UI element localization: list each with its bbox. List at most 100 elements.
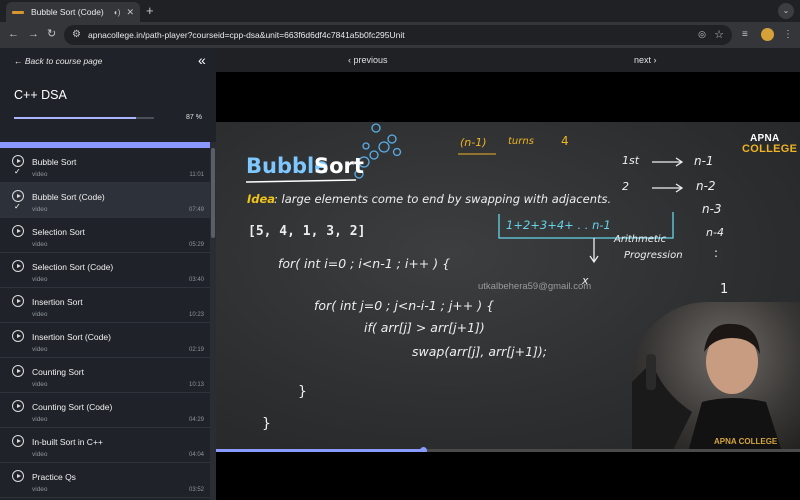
lesson-type: video (32, 206, 48, 213)
course-progress-label: 87 % (186, 114, 202, 121)
board-rhs-dots: : (714, 246, 719, 260)
play-circle-icon (12, 330, 24, 342)
video-seek-handle[interactable] (420, 447, 428, 452)
lesson-duration: 10:13 (188, 382, 204, 388)
address-bar[interactable]: ⚙ apnacollege.in/path-player?courseid=cp… (64, 25, 732, 45)
logo-line2: COLLEGE (742, 143, 798, 155)
lesson-item[interactable]: Counting Sort video 10:13 (0, 358, 210, 393)
video-watermark: utkalbehera59@gmail.com (478, 281, 592, 292)
lesson-duration: 04:29 (188, 417, 204, 423)
board-ap-line1: Arithmetic (614, 234, 667, 245)
bookmark-star-icon[interactable]: ☆ (714, 28, 724, 41)
board-pass-1st: 1st (622, 154, 640, 167)
sidebar-scroll-thumb[interactable] (211, 148, 215, 238)
play-circle-icon (12, 400, 24, 412)
lesson-name: Selection Sort (32, 227, 85, 237)
lesson-item[interactable]: Insertion Sort video 10:23 (0, 288, 210, 323)
lesson-type: video (32, 346, 48, 353)
board-note-n1: (n-1) (460, 136, 487, 149)
play-circle-icon (12, 365, 24, 377)
heading-underline (245, 179, 357, 183)
completed-check-icon: ✓ (14, 167, 21, 176)
url-text[interactable]: apnacollege.in/path-player?courseid=cpp-… (88, 30, 405, 40)
audio-playing-icon[interactable]: ◖) (113, 8, 121, 17)
site-info-icon[interactable]: ⚙ (72, 29, 81, 41)
browser-tab[interactable]: Bubble Sort (Code) ◖) ✕ (6, 2, 140, 22)
board-code-inner-loop: for( int j=0 ; j<n-i-1 ; j++ ) { (314, 298, 495, 313)
board-series: 1+2+3+4+ . . n-1 (506, 218, 611, 232)
board-rhs-2: n-2 (696, 179, 716, 193)
video-player[interactable]: Bubble Sort Idea : large elements come t… (216, 72, 800, 500)
tab-search-chevron-icon[interactable]: ⌄ (778, 3, 794, 19)
tab-close-icon[interactable]: ✕ (126, 7, 134, 18)
lesson-type: video (32, 451, 48, 458)
reload-icon[interactable]: ↻ (47, 28, 56, 41)
video-frame-chalkboard: Bubble Sort Idea : large elements come t… (216, 122, 800, 452)
board-code-if: if( arr[j] > arr[j+1]) (364, 320, 485, 335)
eye-off-icon[interactable]: ◎ (698, 29, 706, 40)
lesson-item[interactable]: Practice Qs video 03:52 (0, 463, 210, 498)
play-circle-icon (12, 155, 24, 167)
completed-check-icon: ✓ (14, 202, 21, 211)
favicon-icon (12, 10, 24, 14)
lesson-name: Selection Sort (Code) (32, 262, 114, 272)
course-title: C++ DSA (14, 88, 67, 102)
back-arrow-icon[interactable]: ← (8, 28, 19, 41)
lesson-duration: 10:23 (188, 312, 204, 318)
lesson-duration: 07:49 (188, 207, 204, 213)
browser-tab-strip: Bubble Sort (Code) ◖) ✕ + ⌄ (0, 0, 800, 22)
lesson-name: Counting Sort (Code) (32, 402, 113, 412)
course-sidebar: ← Back to course page « C++ DSA 87 % ✓ Bu… (0, 48, 216, 500)
board-rhs-1: n-1 (694, 154, 714, 168)
instructor-webcam-overlay: APNA COLLEGE (632, 302, 800, 452)
board-idea-label: Idea (247, 192, 276, 206)
profile-avatar[interactable] (761, 28, 774, 41)
board-code-brace-inner: } (298, 384, 307, 400)
previous-button[interactable]: ‹ previous (348, 55, 388, 65)
lesson-item[interactable]: ✓ Bubble Sort (Code) video 07:49 (0, 183, 210, 218)
lesson-name: Bubble Sort (Code) (32, 192, 105, 202)
lesson-duration: 05:29 (188, 242, 204, 248)
forward-arrow-icon[interactable]: → (28, 28, 39, 41)
course-progress-fill (14, 117, 136, 119)
play-circle-icon (12, 435, 24, 447)
lesson-item[interactable]: ✓ Bubble Sort video 11:01 (0, 148, 210, 183)
board-rhs-4: n-4 (706, 226, 724, 239)
next-button[interactable]: next › (634, 55, 657, 65)
pass-arrows (589, 157, 684, 264)
lesson-duration: 03:52 (188, 487, 204, 493)
tab-title: Bubble Sort (Code) (31, 7, 104, 17)
lesson-name: Insertion Sort (32, 297, 83, 307)
play-circle-icon (12, 295, 24, 307)
lesson-item[interactable]: Selection Sort (Code) video 03:40 (0, 253, 210, 288)
lesson-type: video (32, 381, 48, 388)
back-to-course-link[interactable]: ← Back to course page (14, 56, 102, 66)
lesson-type: video (32, 276, 48, 283)
board-code-swap: swap(arr[j], arr[j+1]); (412, 344, 547, 359)
lesson-name: Practice Qs (32, 472, 76, 482)
course-progress-bar (14, 117, 154, 119)
board-idea-text: : large elements come to end by swapping… (274, 192, 612, 206)
lesson-type: video (32, 416, 48, 423)
board-rhs-3: n-3 (702, 202, 722, 216)
media-controls-icon[interactable]: ≡ (742, 28, 748, 41)
lesson-item[interactable]: Selection Sort video 05:29 (0, 218, 210, 253)
board-note-turns: turns (508, 136, 534, 147)
video-seek-played (216, 449, 424, 452)
lesson-item[interactable]: Insertion Sort (Code) video 02:19 (0, 323, 210, 358)
lesson-type: video (32, 311, 48, 318)
lesson-name: Insertion Sort (Code) (32, 332, 111, 342)
lesson-item[interactable]: Counting Sort (Code) video 04:29 (0, 393, 210, 428)
lesson-name: In-built Sort in C++ (32, 437, 103, 447)
lesson-type: video (32, 171, 48, 178)
play-circle-icon (12, 260, 24, 272)
browser-menu-icon[interactable]: ⋮ (783, 28, 793, 41)
play-circle-icon (12, 225, 24, 237)
lesson-item[interactable]: In-built Sort in C++ video 04:04 (0, 428, 210, 463)
collapse-sidebar-icon[interactable]: « (198, 52, 206, 68)
lesson-duration: 03:40 (188, 277, 204, 283)
new-tab-button[interactable]: + (146, 4, 154, 18)
lesson-duration: 04:04 (188, 452, 204, 458)
play-circle-icon (12, 190, 24, 202)
play-circle-icon (12, 470, 24, 482)
